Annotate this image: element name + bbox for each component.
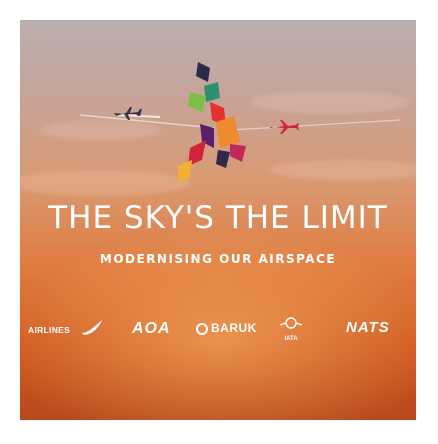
headline: THE SKY'S THE LIMIT <box>48 200 388 236</box>
logo-label: AIRLINES <box>28 325 71 335</box>
airlines-uk-logo: AIRLINES <box>28 320 102 335</box>
iata-logo: IATA <box>279 316 303 342</box>
logo-label: NATS <box>346 319 390 336</box>
shard-shape <box>230 144 246 162</box>
ring-icon <box>196 323 208 335</box>
contrail-line <box>229 119 401 131</box>
logo-label: BARUK <box>211 321 257 335</box>
partner-logos: AIRLINES AOA BARUK IATA NATS <box>28 316 408 346</box>
globe-wings-icon <box>279 317 303 329</box>
shard-shape <box>216 116 240 148</box>
nats-logo: NATS <box>346 319 390 336</box>
shard-shape <box>188 92 206 112</box>
hero-banner: THE SKY'S THE LIMIT MODERNISING OUR AIRS… <box>20 20 416 420</box>
aoa-logo: AOA <box>132 320 171 338</box>
shard-shape <box>204 82 220 102</box>
shard-shape <box>196 62 210 82</box>
subheadline: MODERNISING OUR AIRSPACE <box>99 252 337 266</box>
swoosh-icon <box>82 320 102 335</box>
shard-shape <box>216 150 230 168</box>
logo-label: IATA <box>284 336 298 342</box>
logo-label: AOA <box>132 320 171 337</box>
barUK-logo: BARUK <box>196 321 257 335</box>
shard-shape <box>178 160 192 182</box>
